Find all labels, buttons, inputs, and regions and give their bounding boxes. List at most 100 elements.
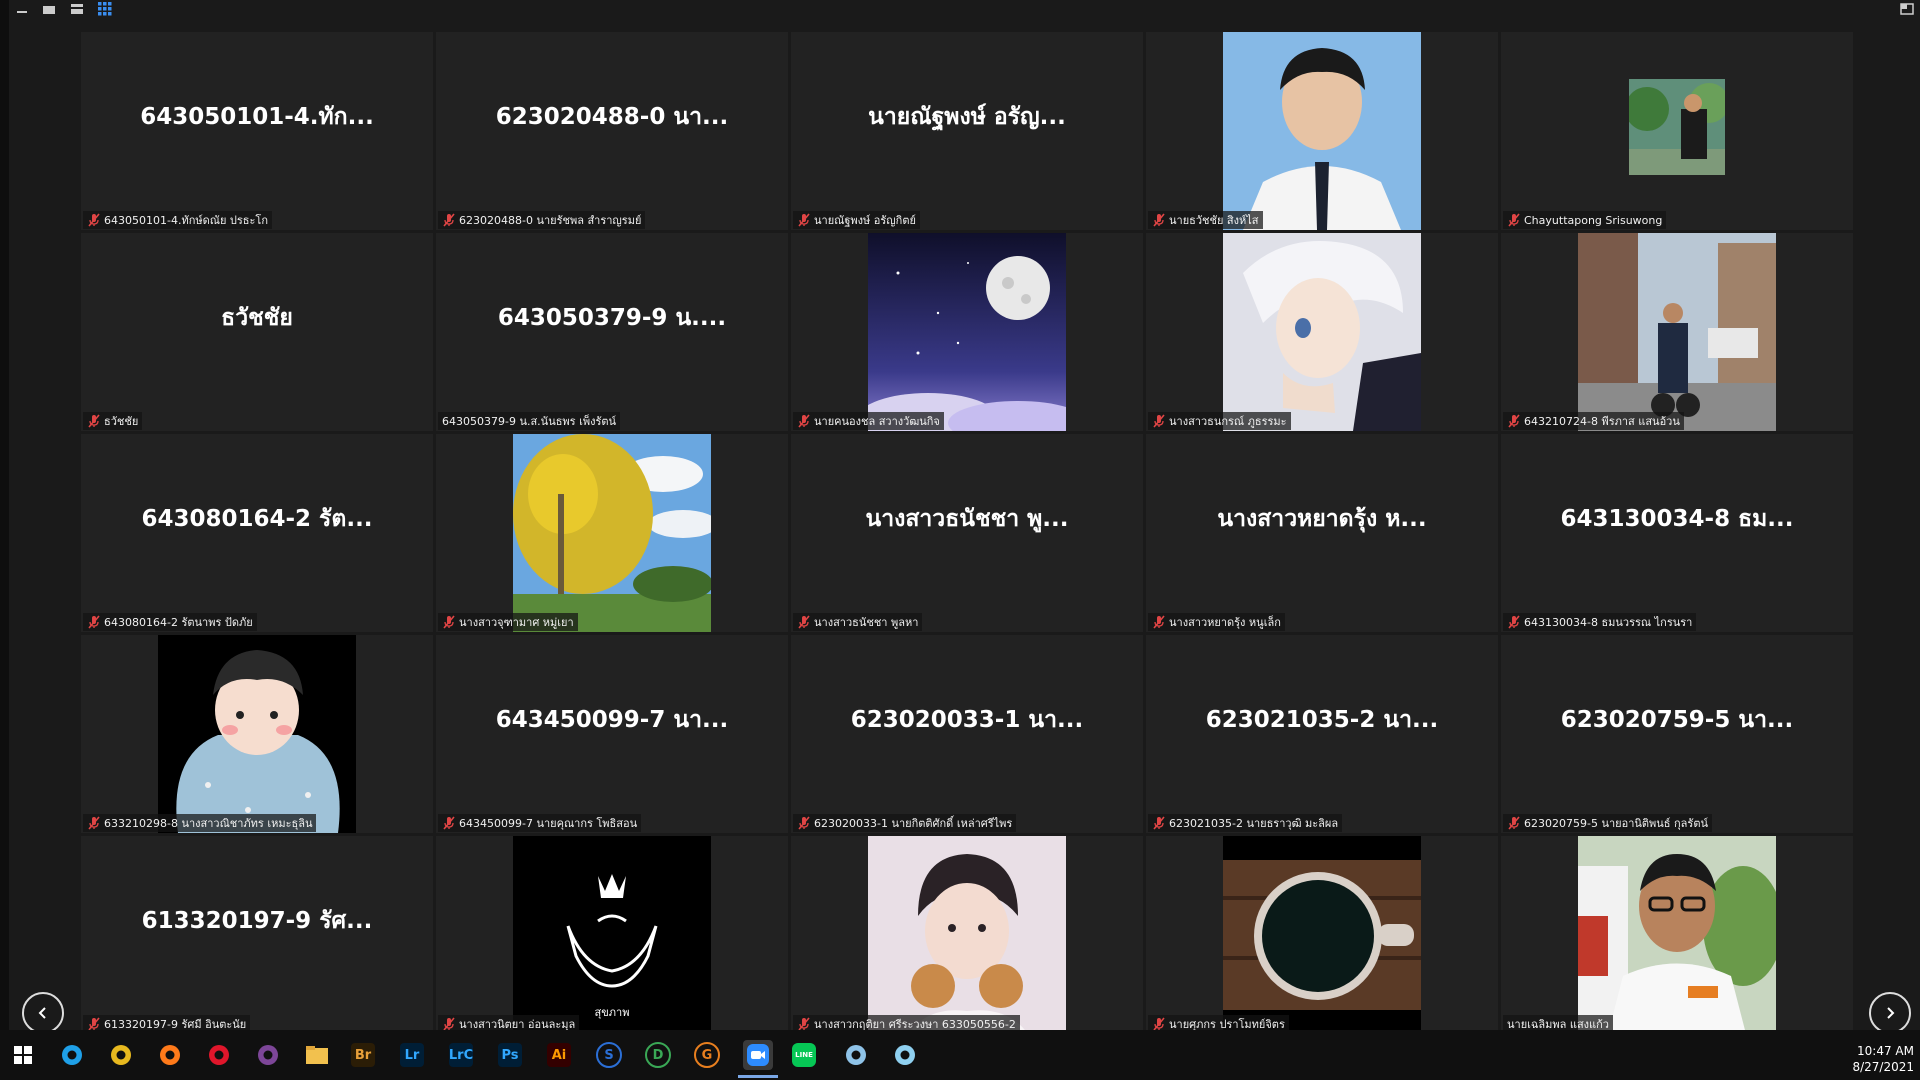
- participant-name-tag: 623020488-0 นายรัชพล สำราญรมย์: [438, 211, 646, 229]
- mic-muted-icon: [88, 615, 100, 629]
- speaker-view-icon[interactable]: [40, 2, 58, 16]
- participant-tile[interactable]: นางสาวหยาดรุ้ง ห... นางสาวหยาดรุ้ง หนูเล็…: [1146, 434, 1498, 632]
- mic-muted-icon: [1508, 615, 1520, 629]
- mic-muted-icon: [798, 213, 810, 227]
- windows-start-icon[interactable]: [8, 1040, 38, 1070]
- mic-muted-icon: [1153, 213, 1165, 227]
- participant-name-tag: 643210724-8 พีรภาส แสนอ้วน: [1503, 412, 1684, 430]
- mic-muted-icon: [1153, 1017, 1165, 1031]
- participant-name-tag: นางสาวหยาดรุ้ง หนูเล็ก: [1148, 613, 1285, 631]
- lightroom-icon[interactable]: Lr: [400, 1043, 424, 1067]
- g-app-icon[interactable]: G: [694, 1042, 720, 1068]
- participant-name: 643050379-9 น.ส.นันธพร เพ็งรัตน์: [442, 415, 617, 428]
- gallery-view-icon[interactable]: [96, 2, 114, 16]
- participant-display-name: 643450099-7 นา...: [495, 707, 729, 733]
- participant-name: นายคนองชล สวางวัฒนกิจ: [814, 415, 940, 428]
- participant-tile[interactable]: 613320197-9 รัศ... 613320197-9 รัศมี อินต…: [81, 836, 433, 1034]
- participant-display-name: 623021035-2 นา...: [1205, 707, 1439, 733]
- participant-name: 623020759-5 นายอานิติพนธ์ กุลรัตน์: [1524, 817, 1708, 830]
- bridge-icon[interactable]: Br: [351, 1043, 375, 1067]
- participant-display-name: 643130034-8 ธม...: [1560, 506, 1794, 532]
- participant-display-name: 643050379-9 น....: [497, 305, 727, 331]
- participant-tile[interactable]: นางสาวกฤติยา ศรีระวงษา 633050556-2: [791, 836, 1143, 1034]
- participant-tile[interactable]: Chayuttapong Srisuwong: [1501, 32, 1853, 230]
- participant-name: 623021035-2 นายธราวุฒิ มะลิผล: [1169, 817, 1339, 830]
- file-explorer-icon[interactable]: [302, 1040, 332, 1070]
- participant-tile[interactable]: นายธวัชชัย สิงห์ไส: [1146, 32, 1498, 230]
- participant-photo: [1223, 32, 1421, 230]
- opera-icon[interactable]: [204, 1040, 234, 1070]
- participant-display-name: 643080164-2 รัต...: [141, 506, 373, 532]
- participant-tile[interactable]: 643080164-2 รัต... 643080164-2 รัตนาพร ปั…: [81, 434, 433, 632]
- participant-name: นางสาวจุฑามาศ หมู่เยา: [459, 616, 574, 629]
- previous-page-button[interactable]: [22, 992, 64, 1034]
- mic-muted-icon: [88, 1017, 100, 1031]
- participant-name-tag: นายธวัชชัย สิงห์ไส: [1148, 211, 1263, 229]
- participant-display-name: 643050101-4.ทัก...: [140, 104, 374, 130]
- chrome-icon[interactable]: [106, 1040, 136, 1070]
- participant-name-tag: ธวัชชัย: [83, 412, 143, 430]
- mic-muted-icon: [88, 414, 100, 428]
- shield-d-icon[interactable]: D: [645, 1042, 671, 1068]
- participant-tile[interactable]: นางสาวธนัชชา พู... นางสาวธนัชชา พูลหา: [791, 434, 1143, 632]
- participant-display-name: นายณัฐพงษ์ อรัญ...: [868, 104, 1066, 130]
- line-icon[interactable]: LINE: [792, 1043, 816, 1067]
- participant-name-tag: 643050101-4.ทักษ์ดณัย ปรธะโก: [83, 211, 272, 229]
- participant-tile[interactable]: นางสาวจุฑามาศ หมู่เยา: [436, 434, 788, 632]
- participant-display-name: ธวัชชัย: [221, 305, 293, 331]
- edge-icon[interactable]: [57, 1040, 87, 1070]
- participant-tile[interactable]: 633210298-8 นางสาวณิชาภัทร เหมะธุลิน: [81, 635, 433, 833]
- participant-name: นางสาวหยาดรุ้ง หนูเล็ก: [1169, 616, 1281, 629]
- participant-tile[interactable]: 623020488-0 นา... 623020488-0 นายรัชพล สำ…: [436, 32, 788, 230]
- minimize-view-icon[interactable]: [13, 2, 31, 16]
- bird-app-icon[interactable]: [890, 1040, 920, 1070]
- participant-tile[interactable]: 643130034-8 ธม... 643130034-8 ธมนวรรณ ไกร…: [1501, 434, 1853, 632]
- participant-tile[interactable]: 643210724-8 พีรภาส แสนอ้วน: [1501, 233, 1853, 431]
- participant-name-tag: 623020033-1 นายกิตติศักดิ์ เหล่าศรีไพร: [793, 814, 1017, 832]
- windows-taskbar: Br Lr LrC Ps Ai S D G LINE: [0, 1030, 1920, 1080]
- participant-display-name: นางสาวหยาดรุ้ง ห...: [1217, 506, 1427, 532]
- participant-tile[interactable]: ธวัชชัย ธวัชชัย: [81, 233, 433, 431]
- lightroom-classic-icon[interactable]: LrC: [449, 1043, 473, 1067]
- participant-name-tag: 633210298-8 นางสาวณิชาภัทร เหมะธุลิน: [83, 814, 317, 832]
- participant-name: 643050101-4.ทักษ์ดณัย ปรธะโก: [104, 214, 268, 227]
- participant-name-tag: 623021035-2 นายธราวุฒิ มะลิผล: [1148, 814, 1343, 832]
- participant-tile[interactable]: 623021035-2 นา... 623021035-2 นายธราวุฒิ …: [1146, 635, 1498, 833]
- participant-tile[interactable]: 623020033-1 นา... 623020033-1 นายกิตติศัก…: [791, 635, 1143, 833]
- mic-muted-icon: [798, 414, 810, 428]
- photoshop-icon[interactable]: Ps: [498, 1043, 522, 1067]
- system-clock[interactable]: 10:47 AM 8/27/2021: [1852, 1043, 1914, 1075]
- zoom-icon[interactable]: [743, 1040, 773, 1070]
- participant-tile[interactable]: สุขภาพ นางสาวนิตยา อ่อนละมุล: [436, 836, 788, 1034]
- participant-photo: [868, 233, 1066, 431]
- tor-browser-icon[interactable]: [253, 1040, 283, 1070]
- participant-display-name: นางสาวธนัชชา พู...: [865, 506, 1069, 532]
- participant-tile[interactable]: 643050379-9 น.... 643050379-9 น.ส.นันธพร …: [436, 233, 788, 431]
- participant-name-tag: นายคนองชล สวางวัฒนกิจ: [793, 412, 944, 430]
- illustrator-icon[interactable]: Ai: [547, 1043, 571, 1067]
- participant-name: 643450099-7 นายคุณากร โพธิสอน: [459, 817, 638, 830]
- participant-photo: [513, 434, 711, 632]
- participant-tile[interactable]: 623020759-5 นา... 623020759-5 นายอานิติพน…: [1501, 635, 1853, 833]
- participant-name: 643080164-2 รัตนาพร ปัดภัย: [104, 616, 253, 629]
- participant-name-tag: 643130034-8 ธมนวรรณ ไกรนรา: [1503, 613, 1697, 631]
- participant-tile[interactable]: นายณัฐพงษ์ อรัญ... นายณัฐพงษ์ อรัญกิตย์: [791, 32, 1143, 230]
- participant-name: นายณัฐพงษ์ อรัญกิตย์: [814, 214, 916, 227]
- participant-tile[interactable]: 643450099-7 นา... 643450099-7 นายคุณากร โ…: [436, 635, 788, 833]
- gallery-strip-view-icon[interactable]: [68, 2, 86, 16]
- shield-s-icon[interactable]: S: [596, 1042, 622, 1068]
- participant-name: นายธวัชชัย สิงห์ไส: [1169, 214, 1259, 227]
- mic-muted-icon: [1508, 213, 1520, 227]
- participant-tile[interactable]: นางสาวธนกรณ์ ภูธรรมะ: [1146, 233, 1498, 431]
- participant-tile[interactable]: 643050101-4.ทัก... 643050101-4.ทักษ์ดณัย …: [81, 32, 433, 230]
- participant-tile[interactable]: นายเฉลิมพล แสงแก้ว: [1501, 836, 1853, 1034]
- notes-icon[interactable]: [841, 1040, 871, 1070]
- participant-tile[interactable]: นายศุภกร ปราโมทย์จิตร: [1146, 836, 1498, 1034]
- participant-tile[interactable]: นายคนองชล สวางวัฒนกิจ: [791, 233, 1143, 431]
- next-page-button[interactable]: [1869, 992, 1911, 1034]
- photo-text: สุขภาพ: [595, 1006, 630, 1019]
- mic-muted-icon: [1153, 414, 1165, 428]
- firefox-icon[interactable]: [155, 1040, 185, 1070]
- exit-fullscreen-icon[interactable]: [1898, 2, 1916, 16]
- participant-display-name: 623020033-1 นา...: [850, 707, 1084, 733]
